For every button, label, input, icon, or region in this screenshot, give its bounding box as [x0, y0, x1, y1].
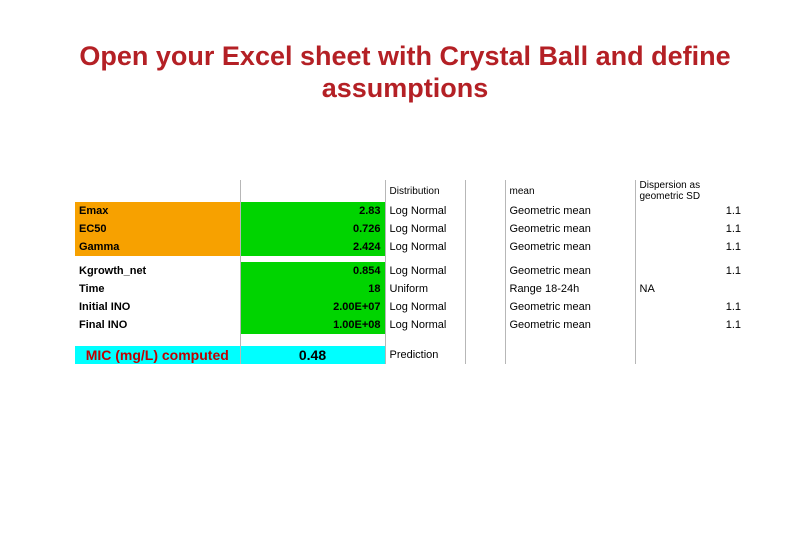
row-kgrowth: Kgrowth_net 0.854 Log Normal Geometric m… [75, 262, 745, 280]
dist-emax: Log Normal [385, 202, 465, 220]
mean-emax: Geometric mean [505, 202, 635, 220]
disp-time: NA [635, 280, 745, 298]
dist-kgrowth: Log Normal [385, 262, 465, 280]
hdr-mean: mean [505, 180, 635, 202]
row-initial-ino: Initial INO 2.00E+07 Log Normal Geometri… [75, 298, 745, 316]
row-ec50: EC50 0.726 Log Normal Geometric mean 1.1 [75, 220, 745, 238]
row-emax: Emax 2.83 Log Normal Geometric mean 1.1 [75, 202, 745, 220]
hdr-distribution: Distribution [385, 180, 465, 202]
label-mic: MIC (mg/L) computed [75, 346, 240, 364]
dist-ec50: Log Normal [385, 220, 465, 238]
hdr-dispersion: Dispersion as geometric SD [635, 180, 745, 202]
label-ec50: EC50 [75, 220, 240, 238]
label-emax: Emax [75, 202, 240, 220]
mean-final-ino: Geometric mean [505, 316, 635, 334]
slide-title: Open your Excel sheet with Crystal Ball … [0, 0, 810, 105]
val-mic: 0.48 [240, 346, 385, 364]
label-time: Time [75, 280, 240, 298]
row-mic-output: MIC (mg/L) computed 0.48 Prediction [75, 346, 745, 364]
disp-emax: 1.1 [635, 202, 745, 220]
note-mic: Prediction [385, 346, 465, 364]
disp-final-ino: 1.1 [635, 316, 745, 334]
label-final-ino: Final INO [75, 316, 240, 334]
mean-ec50: Geometric mean [505, 220, 635, 238]
disp-ec50: 1.1 [635, 220, 745, 238]
dist-final-ino: Log Normal [385, 316, 465, 334]
dist-gamma: Log Normal [385, 238, 465, 256]
mean-time: Range 18-24h [505, 280, 635, 298]
mean-initial-ino: Geometric mean [505, 298, 635, 316]
dist-time: Uniform [385, 280, 465, 298]
disp-gamma: 1.1 [635, 238, 745, 256]
label-gamma: Gamma [75, 238, 240, 256]
mean-gamma: Geometric mean [505, 238, 635, 256]
val-initial-ino: 2.00E+07 [240, 298, 385, 316]
row-gamma: Gamma 2.424 Log Normal Geometric mean 1.… [75, 238, 745, 256]
val-time: 18 [240, 280, 385, 298]
header-row: Distribution mean Dispersion as geometri… [75, 180, 745, 202]
dist-initial-ino: Log Normal [385, 298, 465, 316]
row-time: Time 18 Uniform Range 18-24h NA [75, 280, 745, 298]
label-initial-ino: Initial INO [75, 298, 240, 316]
val-emax: 2.83 [240, 202, 385, 220]
disp-initial-ino: 1.1 [635, 298, 745, 316]
val-ec50: 0.726 [240, 220, 385, 238]
disp-kgrowth: 1.1 [635, 262, 745, 280]
val-kgrowth: 0.854 [240, 262, 385, 280]
val-gamma: 2.424 [240, 238, 385, 256]
label-kgrowth: Kgrowth_net [75, 262, 240, 280]
mean-kgrowth: Geometric mean [505, 262, 635, 280]
row-final-ino: Final INO 1.00E+08 Log Normal Geometric … [75, 316, 745, 334]
assumptions-table: Distribution mean Dispersion as geometri… [75, 180, 745, 364]
val-final-ino: 1.00E+08 [240, 316, 385, 334]
